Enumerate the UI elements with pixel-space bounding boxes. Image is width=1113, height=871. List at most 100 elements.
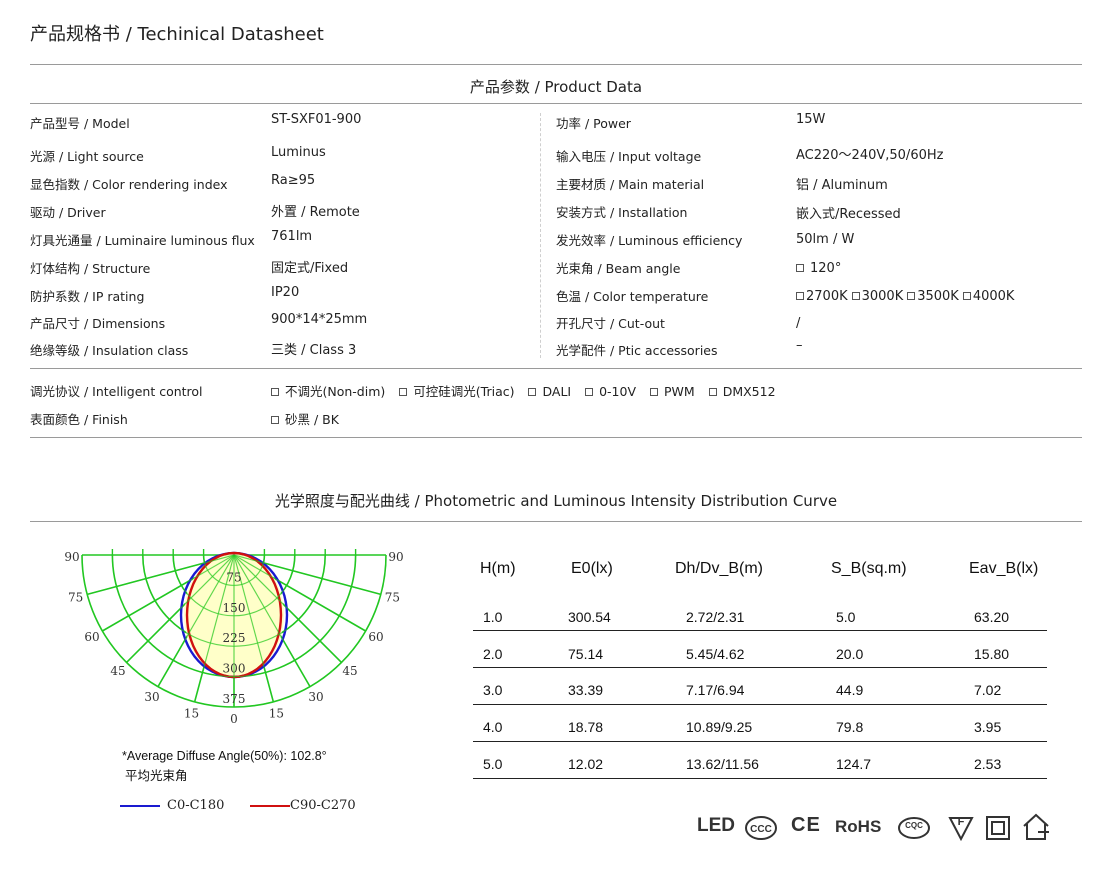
control-label: 调光协议 / Intelligent control xyxy=(30,384,203,399)
spec-label: 驱动 / Driver xyxy=(30,205,106,220)
option-label: 不调光(Non-dim) xyxy=(285,384,386,399)
table-cell: 2.0 xyxy=(483,646,503,662)
option-label: DALI xyxy=(542,384,572,399)
finish-options: 砂黑 / BK xyxy=(271,409,353,428)
checkbox[interactable] xyxy=(271,415,279,424)
angle-label: 45 xyxy=(342,664,357,678)
checkbox[interactable] xyxy=(796,291,804,300)
beam-angle-text: 120° xyxy=(810,261,842,276)
table-cell: 33.39 xyxy=(568,682,604,698)
angle-label: 60 xyxy=(84,630,99,644)
rohs-mark: RoHS xyxy=(835,817,882,836)
spec-value: 嵌入式/Recessed xyxy=(796,207,901,222)
table-cell: 2.53 xyxy=(974,756,1002,772)
spec-value: / xyxy=(796,316,801,331)
checkbox[interactable] xyxy=(708,387,717,396)
radial-label: 225 xyxy=(223,631,246,645)
divider xyxy=(30,64,1082,65)
table-cell: 12.02 xyxy=(568,756,604,772)
angle-label: 30 xyxy=(308,690,323,704)
indoor-use-icon xyxy=(1023,813,1049,840)
spec-value: 铝 / Aluminum xyxy=(796,178,888,193)
spec-value: Ra≥95 xyxy=(271,173,316,188)
spec-label: 产品尺寸 / Dimensions xyxy=(30,316,166,331)
table-cell: 5.0 xyxy=(483,756,503,772)
checkbox[interactable] xyxy=(907,291,916,300)
polar-intensity-chart: 75150225300375907560453015 0 153045607590 xyxy=(64,549,404,726)
spec-value: 50lm / W xyxy=(796,232,855,247)
spec-value: 761lm xyxy=(271,229,313,244)
table-cell: 124.7 xyxy=(836,756,872,772)
legend-label: C90-C270 xyxy=(290,798,356,813)
option: 可控硅调光(Triac) xyxy=(399,381,514,400)
table-cell: 300.54 xyxy=(568,609,611,625)
spec-label: 灯体结构 / Structure xyxy=(30,261,151,276)
table-cell: 13.62/11.56 xyxy=(686,756,759,772)
option-label: 可控硅调光(Triac) xyxy=(413,384,515,399)
spec-value: AC220～240V,50/60Hz xyxy=(796,148,944,163)
table-cell: 63.20 xyxy=(974,609,1010,625)
spec-value: 15W xyxy=(796,112,826,127)
legend-line-red xyxy=(250,805,290,807)
table-cell: 7.17/6.94 xyxy=(686,682,745,698)
checkbox[interactable] xyxy=(796,263,804,272)
table-cell: 44.9 xyxy=(836,682,864,698)
table-cell: 3.95 xyxy=(974,719,1002,735)
led-mark: LED xyxy=(697,815,735,836)
option-label: 0-10V xyxy=(599,384,637,399)
checkbox[interactable] xyxy=(851,291,860,300)
radial-label: 150 xyxy=(223,601,246,615)
table-header: E0(lx) xyxy=(571,560,613,577)
table-cell: 10.89/9.25 xyxy=(686,719,753,735)
angle-label: 15 xyxy=(184,706,199,720)
table-cell: 20.0 xyxy=(836,646,864,662)
checkbox[interactable] xyxy=(585,387,594,396)
ce-mark: CE xyxy=(791,814,821,836)
angle-label: 45 xyxy=(110,664,125,678)
angle-label: 75 xyxy=(385,590,400,604)
diffuse-angle-note: *Average Diffuse Angle(50%): 102.8° xyxy=(122,749,327,763)
color-temp-options: 2700K 3000K 3500K 4000K xyxy=(796,289,1018,304)
product-data-title: 产品参数 / Product Data xyxy=(469,78,643,96)
finish-label: 表面颜色 / Finish xyxy=(30,412,128,427)
divider xyxy=(30,103,1082,104)
table-header: Eav_B(lx) xyxy=(969,560,1039,577)
spec-label: 显色指数 / Color rendering index xyxy=(30,177,228,192)
spec-value: – xyxy=(796,338,803,353)
svg-text:CCC: CCC xyxy=(750,824,772,835)
checkbox[interactable] xyxy=(650,387,659,396)
table-cell: 5.45/4.62 xyxy=(686,646,745,662)
checkbox[interactable] xyxy=(271,387,279,396)
beam-angle-value: 120° xyxy=(796,261,841,276)
option: DMX512 xyxy=(708,384,776,399)
table-cell: 3.0 xyxy=(483,682,503,698)
checkbox[interactable] xyxy=(528,387,537,396)
ccc-mark-icon: CCC xyxy=(745,816,777,840)
row-divider xyxy=(473,704,1047,705)
option-label: PWM xyxy=(664,384,695,399)
table-cell: 1.0 xyxy=(483,609,503,625)
checkbox[interactable] xyxy=(962,291,971,300)
option: PWM xyxy=(650,384,695,399)
table-cell: 75.14 xyxy=(568,646,604,662)
spec-label: 开孔尺寸 / Cut-out xyxy=(556,316,665,331)
color-temp-option: 3000K xyxy=(861,289,904,304)
option: DALI xyxy=(528,384,571,399)
table-cell: 79.8 xyxy=(836,719,864,735)
checkbox[interactable] xyxy=(399,387,408,396)
color-temp-option: 3500K xyxy=(917,289,959,304)
row-divider xyxy=(473,667,1047,668)
spec-label: 输入电压 / Input voltage xyxy=(556,149,702,164)
angle-label: 0 xyxy=(230,712,238,726)
spec-label: 功率 / Power xyxy=(556,116,631,131)
option: 砂黑 / BK xyxy=(271,409,339,428)
angle-label: 75 xyxy=(68,590,83,604)
row-divider xyxy=(473,630,1047,631)
divider xyxy=(30,437,1082,438)
row-divider xyxy=(473,778,1047,779)
spec-value: 900*14*25mm xyxy=(271,312,368,327)
angle-label: 90 xyxy=(64,550,79,564)
table-header: H(m) xyxy=(480,560,516,577)
diffuse-angle-note-cn: 平均光束角 xyxy=(125,769,188,783)
spec-label: 发光效率 / Luminous efficiency xyxy=(556,233,743,248)
